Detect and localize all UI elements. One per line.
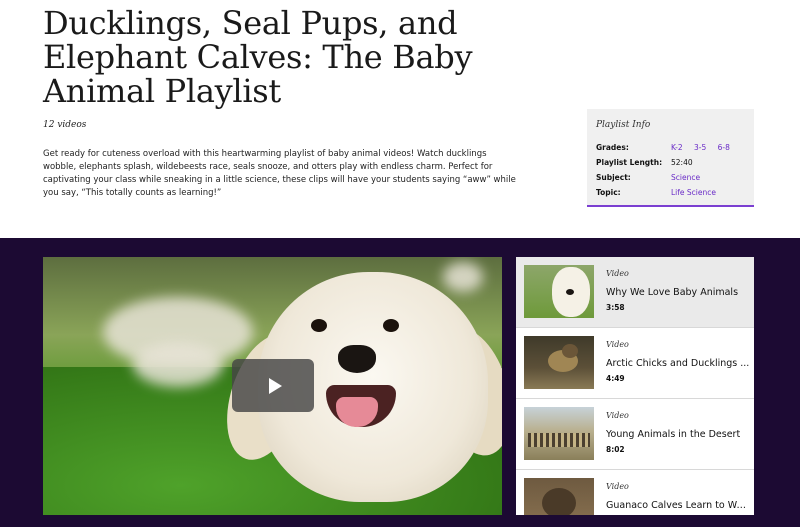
grades-label: Grades:	[596, 143, 629, 152]
video-thumbnail	[524, 265, 594, 318]
topic-row: Topic: Life Science	[596, 185, 745, 200]
topic-label: Topic:	[596, 188, 621, 197]
video-thumbnail	[524, 407, 594, 460]
video-kind: Video	[606, 482, 629, 491]
video-kind: Video	[606, 411, 629, 420]
video-count: 12 videos	[43, 120, 87, 130]
grades-row: Grades: K-2 3-5 6-8	[596, 140, 745, 155]
blurred-puppy	[443, 262, 483, 292]
page-title: Ducklings, Seal Pups, and Elephant Calve…	[43, 4, 473, 110]
video-title: Why We Love Baby Animals	[606, 287, 739, 298]
length-row: Playlist Length: 52:40	[596, 155, 745, 170]
video-player[interactable]	[43, 257, 502, 515]
video-thumbnail	[524, 336, 594, 389]
playlist-description: Get ready for cuteness overload with thi…	[43, 149, 516, 198]
video-list-item[interactable]: Video Why We Love Baby Animals 3:58	[516, 257, 754, 328]
thumbnail-duckling	[562, 344, 578, 358]
video-duration: 8:02	[606, 445, 625, 454]
length-label: Playlist Length:	[596, 158, 663, 167]
puppy-eye	[383, 319, 399, 332]
video-title: Arctic Chicks and Ducklings ...	[606, 358, 750, 369]
blurred-puppy	[133, 342, 223, 387]
video-kind: Video	[606, 340, 629, 349]
topic-link[interactable]: Life Science	[671, 188, 716, 197]
play-icon	[268, 377, 282, 394]
puppy-eye	[311, 319, 327, 332]
grade-link-k-2[interactable]: K-2	[671, 143, 683, 152]
video-thumbnail	[524, 478, 594, 515]
subject-label: Subject:	[596, 173, 631, 182]
video-list-item[interactable]: Video Arctic Chicks and Ducklings ... 4:…	[516, 328, 754, 399]
video-duration: 4:49	[606, 374, 625, 383]
playlist-info-title: Playlist Info	[596, 120, 651, 130]
video-list-item[interactable]: Video Guanaco Calves Learn to Walk	[516, 470, 754, 515]
play-button[interactable]	[232, 359, 314, 412]
video-list: Video Why We Love Baby Animals 3:58 Vide…	[516, 257, 754, 515]
subject-row: Subject: Science	[596, 170, 745, 185]
subject-link[interactable]: Science	[671, 173, 700, 182]
playlist-info-panel: Playlist Info Grades: K-2 3-5 6-8 Playli…	[587, 109, 754, 207]
playlist-length: 52:40	[671, 158, 693, 167]
grade-link-6-8[interactable]: 6-8	[718, 143, 730, 152]
thumbnail-puppy-nose	[566, 289, 574, 295]
video-kind: Video	[606, 269, 629, 278]
video-list-item[interactable]: Video Young Animals in the Desert 8:02	[516, 399, 754, 470]
thumbnail-herd	[528, 433, 590, 447]
video-title: Young Animals in the Desert	[606, 429, 741, 440]
video-duration: 3:58	[606, 303, 625, 312]
grade-link-3-5[interactable]: 3-5	[694, 143, 706, 152]
thumbnail-guanaco	[542, 488, 576, 515]
video-title: Guanaco Calves Learn to Walk	[606, 500, 750, 511]
puppy-nose	[338, 345, 376, 373]
